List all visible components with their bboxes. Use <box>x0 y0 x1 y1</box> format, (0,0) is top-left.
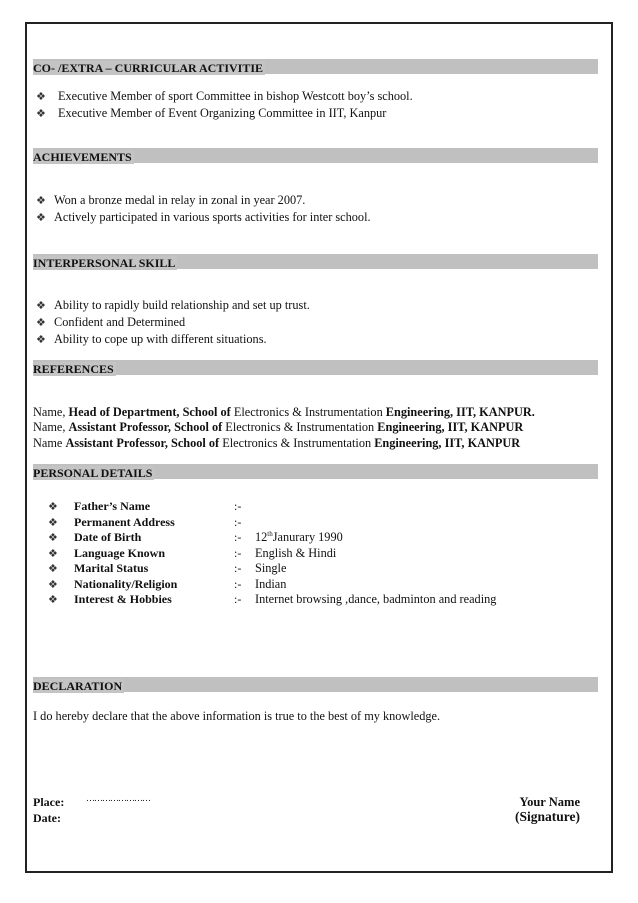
ref-institute: Engineering, IIT, KANPUR <box>377 420 524 434</box>
ref-text: Name <box>33 436 66 450</box>
detail-value: 12thJanurary 1990 <box>255 530 343 545</box>
section-header-personal: PERSONAL DETAILS <box>33 464 598 480</box>
ref-title: Head of Department, School of <box>68 405 231 419</box>
item-text: Executive Member of sport Committee in b… <box>58 89 413 103</box>
detail-value: Single <box>255 561 287 575</box>
bullet-icon: ❖ <box>36 334 46 346</box>
ref-text: Electronics & Instrumentation <box>230 405 386 419</box>
bullet-icon: ❖ <box>36 91 46 103</box>
personal-row: ❖ Nationality/Religion :- Indian <box>0 577 638 592</box>
detail-value: English & Hindi <box>255 545 337 560</box>
place-field[interactable]: …………………… <box>86 793 151 803</box>
ref-title: Assistant Professor, School of <box>68 420 223 434</box>
section-header-interpersonal: INTERPERSONAL SKILL <box>33 254 598 270</box>
ref-text: Electronics & Instrumentation <box>222 420 378 434</box>
bullet-icon: ❖ <box>48 578 58 591</box>
separator: :- <box>234 592 242 606</box>
bullet-icon: ❖ <box>36 300 46 312</box>
reference-row: Name, Head of Department, School of Elec… <box>33 405 535 420</box>
list-item: ❖ Actively participated in various sports… <box>36 210 371 226</box>
item-text: Executive Member of Event Organizing Com… <box>58 106 387 120</box>
detail-value: Indian <box>255 576 287 591</box>
list-item: ❖ Ability to rapidly build relationship a… <box>36 298 310 314</box>
bullet-icon: ❖ <box>36 195 46 207</box>
separator: :- <box>234 576 242 591</box>
bullet-icon: ❖ <box>36 212 46 224</box>
separator: :- <box>234 499 242 513</box>
personal-row: ❖ Father’s Name :- <box>0 499 638 514</box>
detail-value: Internet browsing ,dance, badminton and … <box>255 592 497 606</box>
ref-institute: Engineering, IIT, KANPUR <box>374 436 521 450</box>
signature-label: (Signature) <box>514 809 580 824</box>
separator: :- <box>234 561 242 575</box>
bullet-icon: ❖ <box>48 547 58 560</box>
reference-row: Name Assistant Professor, School of Elec… <box>33 436 520 451</box>
section-title: DECLARATION <box>33 679 125 693</box>
detail-label: Marital Status <box>74 561 149 575</box>
list-item: ❖ Won a bronze medal in relay in zonal in… <box>36 193 305 209</box>
section-title: CO- /EXTRA – CURRICULAR ACTIVITIE <box>33 61 266 75</box>
detail-label: Date of Birth <box>74 530 142 544</box>
detail-label: Father’s Name <box>74 499 151 513</box>
bullet-icon: ❖ <box>48 532 58 544</box>
section-header-declaration: DECLARATION <box>33 677 598 693</box>
list-item: ❖ Executive Member of Event Organizing Co… <box>36 106 386 122</box>
your-name: Your Name <box>519 795 580 809</box>
ref-title: Assistant Professor, School of <box>65 436 220 450</box>
bullet-icon: ❖ <box>36 317 46 329</box>
bullet-icon: ❖ <box>36 108 46 120</box>
reference-row: Name, Assistant Professor, School of Ele… <box>33 420 523 435</box>
detail-label: Language Known <box>74 545 166 560</box>
list-item: ❖ Ability to cope up with different situa… <box>36 332 267 348</box>
section-title: INTERPERSONAL SKILL <box>33 256 178 270</box>
list-item: ❖ Confident and Determined <box>36 315 185 331</box>
item-text: Ability to rapidly build relationship an… <box>54 298 310 312</box>
bullet-icon: ❖ <box>48 516 58 529</box>
ref-text: Name, <box>33 420 69 434</box>
bullet-icon: ❖ <box>48 501 58 513</box>
list-item: ❖ Executive Member of sport Committee in … <box>36 89 413 105</box>
detail-label: Nationality/Religion <box>74 576 178 591</box>
separator: :- <box>234 530 242 544</box>
place-label: Place: <box>33 795 65 809</box>
detail-label: Interest & Hobbies <box>74 592 172 606</box>
section-header-references: REFERENCES <box>33 360 598 376</box>
section-header-activities: CO- /EXTRA – CURRICULAR ACTIVITIE <box>33 59 598 75</box>
item-text: Won a bronze medal in relay in zonal in … <box>54 193 306 207</box>
separator: :- <box>234 514 242 529</box>
item-text: Actively participated in various sports … <box>54 210 371 224</box>
date-label: Date: <box>33 811 61 825</box>
personal-row: ❖ Language Known :- English & Hindi <box>0 546 638 561</box>
bullet-icon: ❖ <box>48 563 58 575</box>
declaration-text: I do hereby declare that the above infor… <box>33 709 441 723</box>
ref-text: Electronics & Instrumentation <box>219 436 375 450</box>
section-title: PERSONAL DETAILS <box>33 466 155 480</box>
separator: :- <box>234 545 242 560</box>
personal-row: ❖ Marital Status :- Single <box>0 561 638 576</box>
ref-text: Name, <box>33 405 69 419</box>
ref-institute: Engineering, IIT, KANPUR. <box>385 405 535 419</box>
personal-row: ❖ Permanent Address :- <box>0 515 638 530</box>
item-text: Confident and Determined <box>54 315 186 329</box>
item-text: Ability to cope up with different situat… <box>54 332 267 346</box>
detail-label: Permanent Address <box>74 514 175 529</box>
section-title: ACHIEVEMENTS <box>33 150 134 164</box>
section-header-achievements: ACHIEVEMENTS <box>33 148 598 164</box>
personal-row: ❖ Date of Birth :- 12thJanurary 1990 <box>0 530 638 545</box>
personal-row: ❖ Interest & Hobbies :- Internet browsing ,… <box>0 592 638 607</box>
section-title: REFERENCES <box>33 362 116 376</box>
bullet-icon: ❖ <box>48 594 58 606</box>
